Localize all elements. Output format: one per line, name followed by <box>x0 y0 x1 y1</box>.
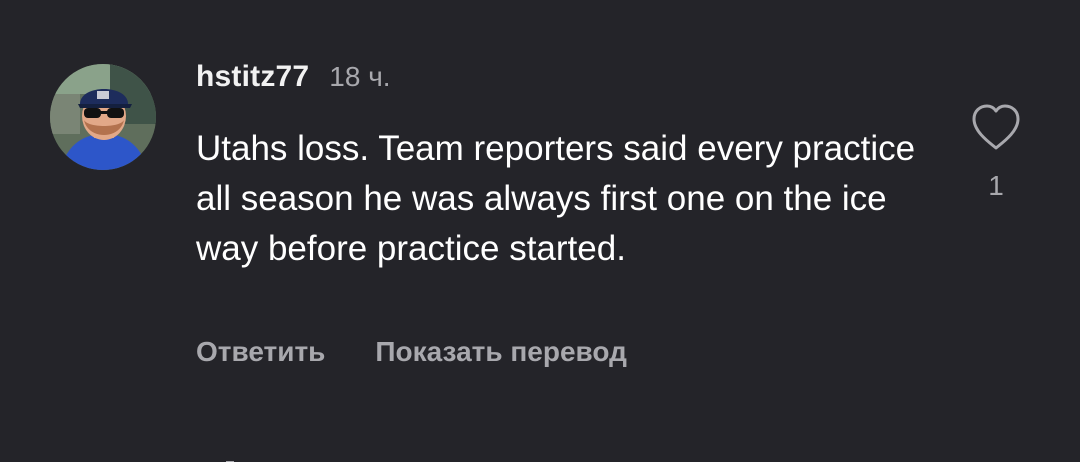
timestamp: 18 ч. <box>329 61 391 92</box>
reply-button[interactable]: Ответить <box>196 336 325 368</box>
like-count: 1 <box>988 170 1004 201</box>
username[interactable]: hstitz77 <box>196 60 309 94</box>
comment: hstitz77 18 ч. Utahs loss. Team reporter… <box>0 0 1080 420</box>
comment-actions: Ответить Показать перевод <box>196 336 627 368</box>
next-comment-peek <box>90 452 250 462</box>
comment-text: Utahs loss. Team reporters said every pr… <box>196 129 916 268</box>
heart-outline-icon[interactable] <box>966 98 1026 158</box>
comment-meta: hstitz77 18 ч. <box>196 60 391 96</box>
avatar[interactable] <box>50 64 156 170</box>
show-translation-button[interactable]: Показать перевод <box>375 336 627 368</box>
